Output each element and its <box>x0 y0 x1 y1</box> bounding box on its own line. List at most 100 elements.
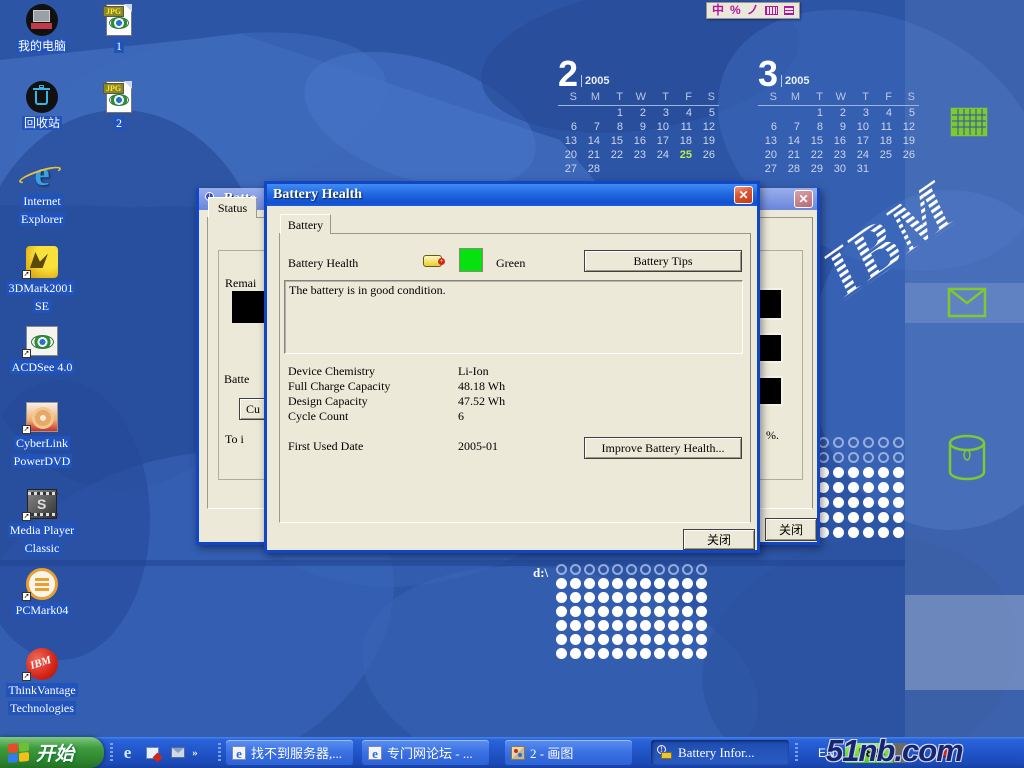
wallpaper-dot <box>682 634 693 645</box>
wallpaper-dot <box>682 578 693 589</box>
desktop-icon-jpg-1[interactable]: JPG 1 <box>96 3 142 55</box>
info-label: Device Chemistry <box>288 364 375 379</box>
my-computer-icon <box>0 3 84 37</box>
desktop-icon-my-computer[interactable]: 我的电脑 <box>0 3 84 55</box>
calendar-day <box>581 107 604 121</box>
wallpaper-dot <box>654 620 665 631</box>
calendar-day: 21 <box>781 149 804 163</box>
desktop-icon-thinkvantage[interactable]: IBM ➚ ThinkVantage Technologies <box>0 647 84 717</box>
battery-health-icon: + <box>423 255 445 268</box>
ime-keyboard-icon[interactable] <box>765 6 778 15</box>
calendar-day: 7 <box>781 121 804 135</box>
wallpaper-dot <box>863 467 874 478</box>
close-icon[interactable]: ✕ <box>734 186 753 204</box>
calendar-day: 3 <box>650 107 673 121</box>
close-button-bg-window[interactable]: 关闭 <box>765 518 817 541</box>
ie-quick-launch-icon[interactable]: e <box>118 743 137 762</box>
calendar-day: 6 <box>758 121 781 135</box>
calendar-weekday: T <box>850 91 873 105</box>
mail-quick-launch-icon[interactable] <box>168 743 187 762</box>
desktop-icon-internet-explorer[interactable]: e Internet Explorer <box>0 158 84 228</box>
wallpaper-dot <box>612 648 623 659</box>
calendar-day: 18 <box>673 135 696 149</box>
wallpaper-dot <box>556 592 567 603</box>
current-button-fragment[interactable]: Cu <box>239 398 267 420</box>
wallpaper-dot <box>556 634 567 645</box>
wallpaper-dot <box>598 578 609 589</box>
quick-launch-separator <box>110 743 113 762</box>
wallpaper-dot <box>848 497 859 508</box>
media-player-classic-icon: S ➚ <box>0 487 84 521</box>
wallpaper-dot <box>696 564 707 575</box>
3dmark-icon: ➚ <box>0 245 84 279</box>
ime-chinese-icon[interactable]: 中 <box>712 3 724 18</box>
shortcut-arrow-icon: ➚ <box>22 672 31 681</box>
wallpaper-dot <box>570 648 581 659</box>
shortcut-arrow-icon: ➚ <box>22 425 31 434</box>
calendar-day: 10 <box>850 121 873 135</box>
chevron-icon[interactable]: » <box>189 743 201 762</box>
tab-status[interactable]: Status <box>208 197 257 218</box>
calendar-day: 31 <box>850 163 873 177</box>
calendar-day: 3 <box>850 107 873 121</box>
desktop-icon-acdsee[interactable]: ➚ ACDSee 4.0 <box>0 324 84 376</box>
desktop-icon-media-player-classic[interactable]: S ➚ Media Player Classic <box>0 487 84 557</box>
battery-health-titlebar[interactable]: Battery Health ✕ <box>267 184 757 206</box>
calendar-day <box>896 163 919 177</box>
wallpaper-dot <box>598 648 609 659</box>
calendar-day <box>873 163 896 177</box>
desktop-icon-recycle-bin[interactable]: 回收站 <box>0 80 84 132</box>
wallpaper-dot <box>863 512 874 523</box>
desktop-icon-powerdvd[interactable]: ➚ CyberLink PowerDVD <box>0 400 84 470</box>
taskbar-item-server-not-found[interactable]: e 找不到服务器,... <box>226 740 353 765</box>
desktop-icon-jpg-2[interactable]: JPG 2 <box>96 80 142 132</box>
wallpaper-dot <box>878 437 889 448</box>
ime-brush-icon[interactable]: ノ <box>747 3 759 18</box>
calendar-day: 20 <box>558 149 581 163</box>
wallpaper-dot <box>893 467 904 478</box>
close-icon[interactable]: ✕ <box>794 190 813 208</box>
ime-language-bar[interactable]: 中 % ノ <box>706 2 800 19</box>
ime-fullwidth-icon[interactable]: % <box>730 3 741 18</box>
taskbar-item-forum[interactable]: e 专门网论坛 - ... <box>362 740 489 765</box>
battery-health-label: Battery Health <box>288 256 358 271</box>
taskbar-item-paint[interactable]: 2 - 画图 <box>505 740 632 765</box>
calendar-day: 30 <box>827 163 850 177</box>
wallpaper-dot <box>556 578 567 589</box>
info-label: Full Charge Capacity <box>288 379 390 394</box>
calendar-year: 2005 <box>781 75 809 87</box>
calendar-month-number: 3 <box>758 59 778 89</box>
calendar-weekday: T <box>804 91 827 105</box>
wallpaper-dot <box>654 648 665 659</box>
close-button[interactable]: 关闭 <box>683 529 755 550</box>
start-button[interactable]: 开始 <box>0 737 104 768</box>
wallpaper-dot <box>668 648 679 659</box>
battery-tips-button[interactable]: Battery Tips <box>584 250 742 272</box>
wallpaper-dot <box>848 437 859 448</box>
calendar-day: 12 <box>896 121 919 135</box>
calendar-day: 20 <box>758 149 781 163</box>
wallpaper-dot <box>696 648 707 659</box>
wallpaper-dot <box>668 620 679 631</box>
ime-menu-icon[interactable] <box>784 6 794 15</box>
jpg-file-icon: JPG <box>96 80 142 114</box>
desktop-icon-3dmark2001[interactable]: ➚ 3DMark2001 SE <box>0 245 84 315</box>
shortcut-arrow-icon: ➚ <box>22 349 31 358</box>
wallpaper-dot <box>654 634 665 645</box>
desktop-icon-pcmark04[interactable]: ➚ PCMark04 <box>0 567 84 619</box>
calendar-day: 9 <box>627 121 650 135</box>
improve-battery-health-button[interactable]: Improve Battery Health... <box>584 437 742 459</box>
tab-battery[interactable]: Battery <box>280 214 331 234</box>
calendar-day: 17 <box>850 135 873 149</box>
taskbar-item-battery-information[interactable]: ! Battery Infor... <box>651 740 789 765</box>
wallpaper-dot <box>833 497 844 508</box>
desktop: IBM 中 % ノ 2 2005 SMTWTFS1234567891011121… <box>0 0 1024 768</box>
battery-health-dialog[interactable]: Battery Health ✕ Battery Battery Health … <box>264 181 760 553</box>
calendar-day <box>758 107 781 121</box>
wallpaper-dot <box>626 564 637 575</box>
wallpaper-dot <box>570 578 581 589</box>
wallpaper-dot <box>833 437 844 448</box>
calendar-day: 26 <box>696 149 719 163</box>
show-desktop-icon[interactable] <box>143 743 162 762</box>
calendar-day <box>627 163 650 177</box>
